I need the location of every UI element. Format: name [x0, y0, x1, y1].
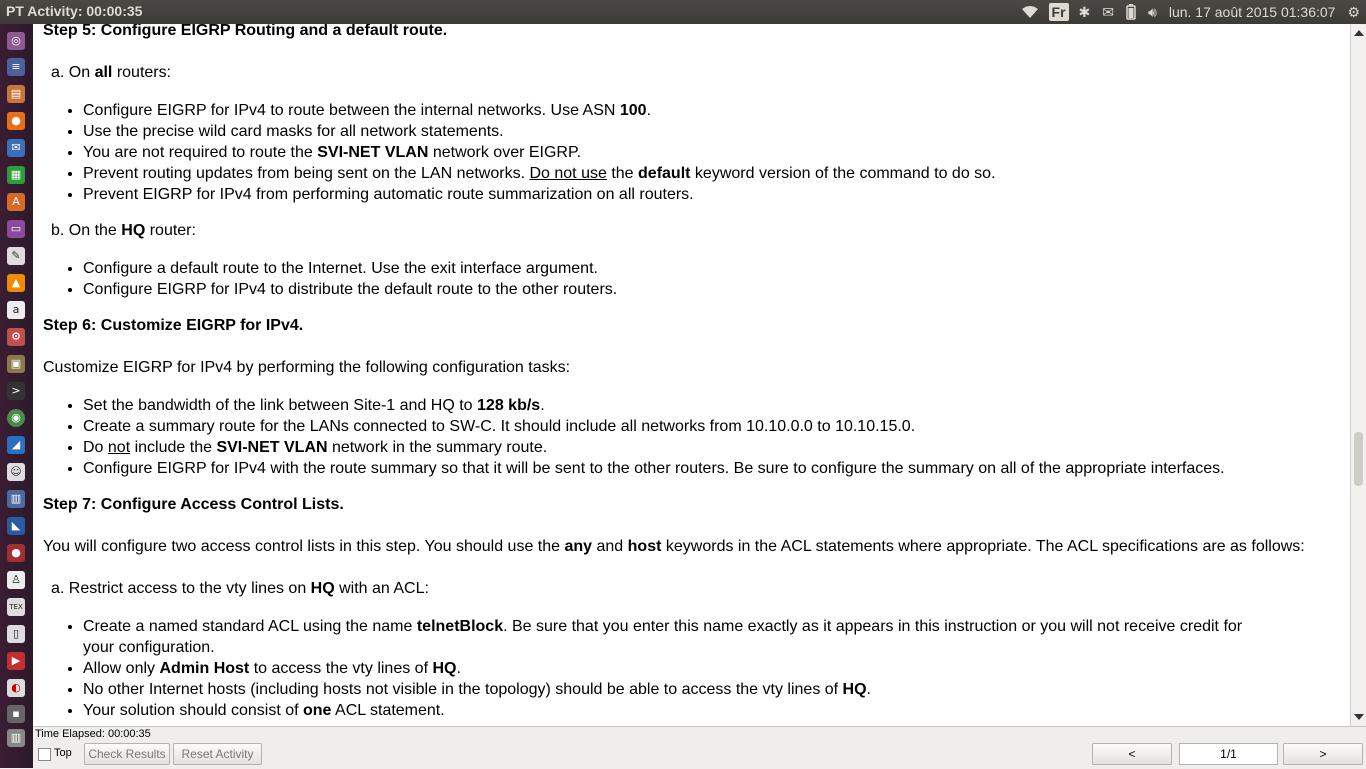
step7-intro: You will configure two access control li…	[43, 538, 1305, 555]
clock[interactable]: lun. 17 août 2015 01:36:07	[1163, 0, 1342, 24]
volume-icon[interactable]: 🔊︎	[1142, 0, 1163, 24]
step5-heading: Step 5: Configure EIGRP Routing and a de…	[43, 24, 448, 39]
list-item: Configure EIGRP for IPv4 to route betwee…	[83, 100, 996, 121]
step7-a-label: a. Restrict access to the vty lines on H…	[51, 580, 429, 597]
scroll-thumb[interactable]	[1354, 432, 1363, 486]
gear-icon[interactable]: ⚙	[1341, 0, 1366, 24]
notes-icon[interactable]: ✎	[7, 247, 25, 265]
window-title: PT Activity: 00:00:35	[6, 3, 143, 19]
firefox-icon[interactable]: ●	[7, 112, 25, 130]
list-item: Create a named standard ACL using the na…	[83, 616, 1273, 658]
pdf-icon[interactable]: ◐	[7, 679, 25, 697]
game-icon[interactable]: ●	[7, 544, 25, 562]
packet-tracer-icon[interactable]: ◢	[7, 436, 25, 454]
trash-icon[interactable]: ▥	[7, 729, 25, 747]
list-item: You are not required to route the SVI-NE…	[83, 142, 996, 163]
activity-status-bar: Time Elapsed: 00:00:35 Top Check Results…	[33, 726, 1366, 769]
step5-b-label: b. On the HQ router:	[51, 222, 196, 239]
list-item: Allow only Admin Host to access the vty …	[83, 658, 1273, 679]
top-label: Top	[54, 747, 72, 759]
photos-icon[interactable]: ▣	[7, 355, 25, 373]
page-indicator[interactable]: 1/1	[1179, 743, 1278, 765]
tex-icon[interactable]: TEX	[7, 598, 25, 616]
list-item: Prevent routing updates from being sent …	[83, 163, 996, 184]
files-icon[interactable]: ▤	[7, 85, 25, 103]
phone-icon[interactable]: ▯	[7, 625, 25, 643]
list-item: Configure EIGRP for IPv4 to distribute t…	[83, 279, 617, 300]
list-item: No other Internet hosts (including hosts…	[83, 679, 1273, 700]
previous-page-button[interactable]: <	[1092, 743, 1172, 765]
terminal-icon[interactable]: >	[7, 382, 25, 400]
wifi-icon[interactable]	[1015, 0, 1045, 24]
text-editor-icon[interactable]: ≡	[7, 58, 25, 76]
save-icon[interactable]: ▪	[7, 705, 25, 723]
vertical-scrollbar[interactable]	[1350, 24, 1366, 726]
bluetooth-icon[interactable]: ✱	[1073, 0, 1097, 24]
step6-heading: Step 6: Customize EIGRP for IPv4.	[43, 317, 304, 334]
keyboard-layout-indicator[interactable]: Fr	[1048, 3, 1069, 21]
thunderbird-icon[interactable]: ✉	[7, 139, 25, 157]
scroll-down-icon[interactable]	[1354, 714, 1364, 720]
instructions-document: Step 5: Configure EIGRP Routing and a de…	[33, 24, 1350, 726]
next-page-button[interactable]: >	[1283, 743, 1363, 765]
top-panel: PT Activity: 00:00:35 Fr ✱ ✉ 🔊︎ lun. 17 …	[0, 0, 1366, 24]
disc-icon[interactable]: ◉	[7, 409, 25, 427]
step6-intro: Customize EIGRP for IPv4 by performing t…	[43, 359, 571, 376]
amazon-icon[interactable]: a	[7, 301, 25, 319]
launcher: ◎ ≡ ▤ ● ✉ ▦ A ▭ ✎ ▲ a ⚙ ▣ > ◉ ◢ ☺ ▥ ◣ ● …	[0, 24, 33, 768]
workspace-icon[interactable]: ▭	[7, 220, 25, 238]
software-center-icon[interactable]: A	[7, 193, 25, 211]
monitor-icon[interactable]: ▥	[7, 490, 25, 508]
step5-b-list: Configure a default route to the Interne…	[43, 258, 617, 300]
tux-icon[interactable]: ♙	[7, 571, 25, 589]
step7-heading: Step 7: Configure Access Control Lists.	[43, 496, 344, 513]
settings-icon[interactable]: ⚙	[7, 328, 25, 346]
mail-icon[interactable]: ✉	[1096, 0, 1120, 24]
list-item: Use the precise wild card masks for all …	[83, 121, 996, 142]
wireshark-icon[interactable]: ◣	[7, 517, 25, 535]
step7-list: Create a named standard ACL using the na…	[43, 616, 1273, 721]
list-item: Do not include the SVI-NET VLAN network …	[83, 437, 1225, 458]
scroll-up-icon[interactable]	[1354, 30, 1364, 36]
vlc-icon[interactable]: ▲	[7, 274, 25, 292]
list-item: Configure a default route to the Interne…	[83, 258, 617, 279]
reset-activity-button[interactable]: Reset Activity	[173, 743, 262, 765]
top-checkbox[interactable]	[38, 748, 51, 761]
list-item: Configure EIGRP for IPv4 with the route …	[83, 458, 1225, 479]
system-tray: Fr ✱ ✉ 🔊︎ lun. 17 août 2015 01:36:07 ⚙	[1015, 0, 1366, 24]
battery-icon[interactable]	[1120, 0, 1142, 24]
list-item: Prevent EIGRP for IPv4 from performing a…	[83, 184, 996, 205]
step5-a-label: a. On all routers:	[51, 64, 172, 81]
check-results-button[interactable]: Check Results	[84, 743, 170, 765]
spreadsheet-icon[interactable]: ▦	[7, 166, 25, 184]
step6-list: Set the bandwidth of the link between Si…	[43, 395, 1225, 479]
list-item: Set the bandwidth of the link between Si…	[83, 395, 1225, 416]
step5-a-list: Configure EIGRP for IPv4 to route betwee…	[43, 100, 996, 205]
dash-icon[interactable]: ◎	[7, 32, 25, 50]
list-item: Create a summary route for the LANs conn…	[83, 416, 1225, 437]
list-item: Your solution should consist of one ACL …	[83, 700, 1273, 721]
app-icon[interactable]: ☺	[7, 463, 25, 481]
youtube-icon[interactable]: ▶	[7, 652, 25, 670]
time-elapsed: Time Elapsed: 00:00:35	[35, 728, 151, 740]
